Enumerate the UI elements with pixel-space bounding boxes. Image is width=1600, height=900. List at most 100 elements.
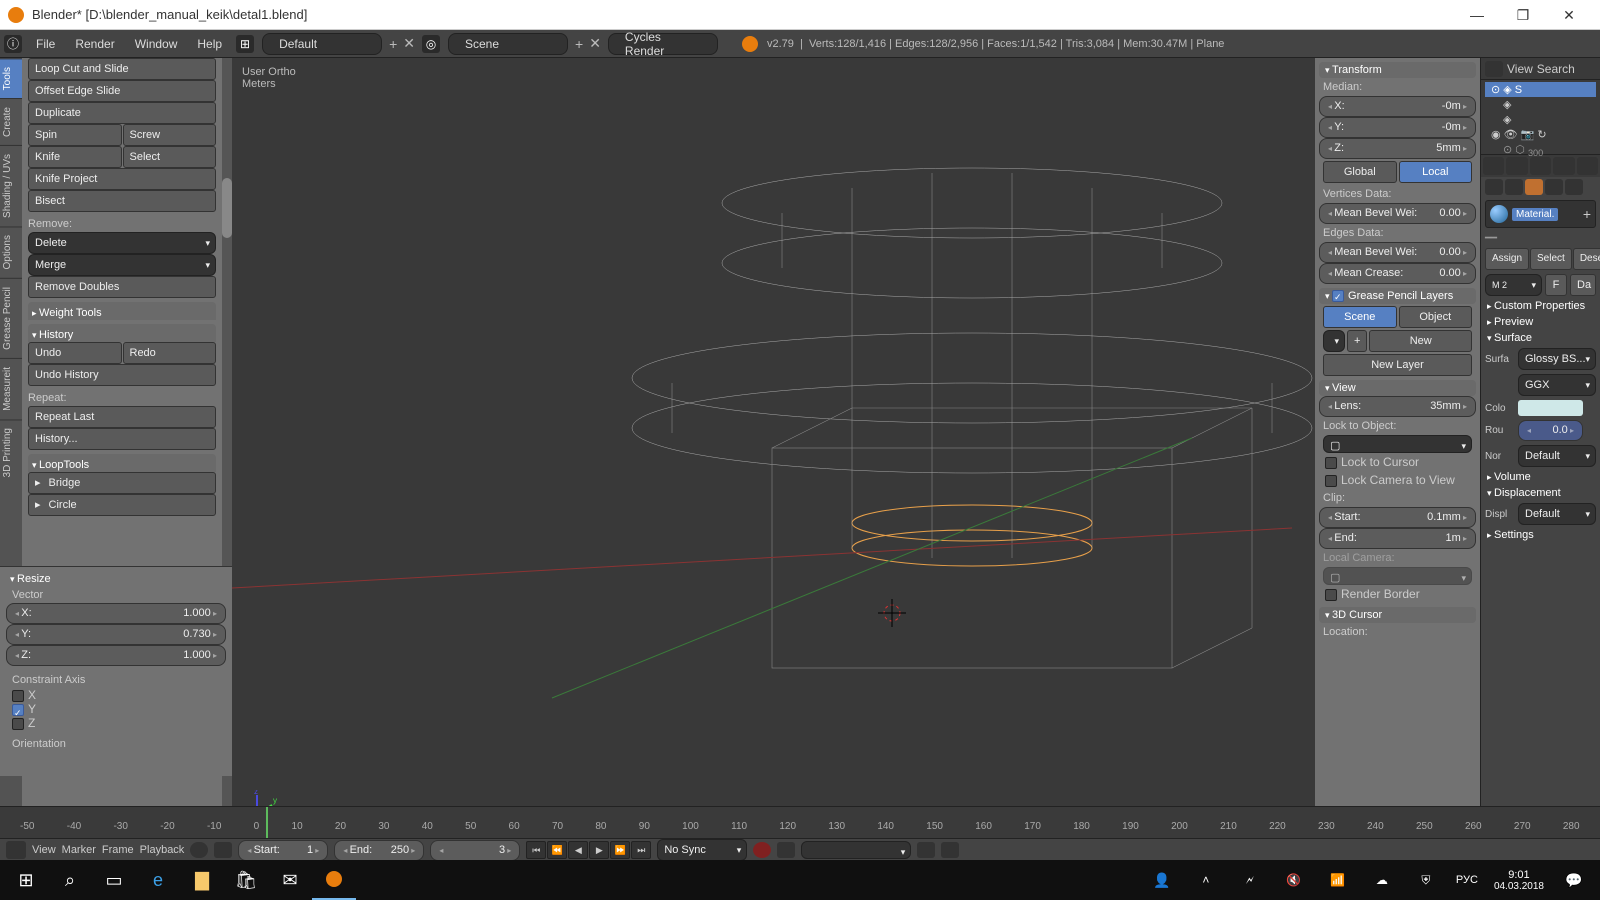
outliner-view[interactable]: View (1507, 62, 1533, 76)
material-slot[interactable]: Material. + (1485, 200, 1596, 228)
tool-duplicate[interactable]: Duplicate (28, 102, 216, 124)
clock[interactable]: 9:01 04.03.2018 (1486, 869, 1552, 892)
undo-button[interactable]: Undo (28, 342, 122, 364)
store-icon[interactable]: 🛍 (224, 860, 268, 900)
tab-render[interactable] (1483, 157, 1504, 175)
tool-bisect[interactable]: Bisect (28, 190, 216, 212)
info-editor-icon[interactable]: ⓘ (4, 35, 22, 53)
play-icon[interactable]: ▶ (589, 841, 609, 859)
median-y[interactable]: Y:-0m (1319, 117, 1476, 138)
tab-measureit[interactable]: Measureit (0, 358, 22, 419)
tl-view[interactable]: View (32, 844, 56, 856)
panel-settings[interactable]: Settings (1481, 527, 1600, 543)
tl-clock-icon[interactable] (190, 842, 208, 858)
keying-set-icon[interactable] (777, 842, 795, 858)
sync-dropdown[interactable]: No Sync (657, 839, 747, 861)
tab-create[interactable]: Create (0, 98, 22, 145)
panel-custom-props[interactable]: Custom Properties (1481, 298, 1600, 314)
gp-scene[interactable]: Scene (1323, 306, 1397, 328)
roughness-field[interactable]: 0.0 (1518, 420, 1583, 441)
panel-grease-pencil[interactable]: Grease Pencil Layers (1319, 288, 1476, 304)
lock-camera[interactable]: Lock Camera to View (1319, 471, 1476, 489)
tab-modifier[interactable] (1505, 179, 1523, 195)
menu-help[interactable]: Help (187, 30, 232, 58)
task-view-icon[interactable]: ▭ (92, 860, 136, 900)
onedrive-icon[interactable]: ☁ (1360, 860, 1404, 900)
median-x[interactable]: X:-0m (1319, 96, 1476, 117)
layout-field[interactable]: Default (262, 33, 382, 55)
constraint-z[interactable]: Z (12, 716, 226, 730)
tab-grease-pencil[interactable]: Grease Pencil (0, 278, 22, 358)
gp-new-button[interactable]: New (1369, 330, 1472, 352)
clip-end[interactable]: End:1m (1319, 528, 1476, 549)
outliner-selected[interactable]: ⊙ ◈ S (1485, 82, 1596, 97)
minimize-button[interactable]: — (1454, 0, 1500, 30)
constraint-y[interactable]: Y (12, 702, 226, 716)
tab-particle[interactable] (1565, 179, 1583, 195)
material-add-icon[interactable]: + (1583, 206, 1591, 222)
tab-shading-uvs[interactable]: Shading / UVs (0, 145, 22, 226)
tab-layer[interactable] (1506, 157, 1527, 175)
tl-current[interactable]: 3 (430, 840, 520, 861)
tl-lock-icon[interactable] (214, 842, 232, 858)
jump-start-icon[interactable]: ⏮ (526, 841, 546, 859)
lock-object-field[interactable]: ▢ (1323, 435, 1472, 453)
gp-object[interactable]: Object (1399, 306, 1473, 328)
edge-icon[interactable]: e (136, 860, 180, 900)
tab-material[interactable] (1525, 179, 1543, 195)
blender-taskbar-icon[interactable] (312, 860, 356, 900)
play-rev-icon[interactable]: ◀ (568, 841, 588, 859)
menu-file[interactable]: File (26, 30, 65, 58)
resize-y[interactable]: Y:0.730 (6, 624, 226, 645)
tab-tools[interactable]: Tools (0, 58, 22, 98)
keyframe-prev-icon[interactable]: ⏪ (547, 841, 567, 859)
repeat-last-button[interactable]: Repeat Last (28, 406, 216, 428)
key-insert-icon[interactable] (917, 842, 935, 858)
lock-cursor[interactable]: Lock to Cursor (1319, 453, 1476, 471)
panel-volume[interactable]: Volume (1481, 469, 1600, 485)
scene-add-icon[interactable]: + (572, 36, 586, 52)
timeline-editor-icon[interactable] (6, 841, 26, 859)
resize-z[interactable]: Z:1.000 (6, 645, 226, 666)
defender-icon[interactable]: ⛨ (1404, 860, 1448, 900)
history-button[interactable]: History... (28, 428, 216, 450)
gp-brush[interactable] (1323, 330, 1345, 352)
displ-dropdown[interactable]: Default (1518, 503, 1596, 525)
explorer-icon[interactable]: ▇ (180, 860, 224, 900)
gp-check[interactable] (1332, 290, 1344, 302)
tl-marker[interactable]: Marker (62, 844, 96, 856)
keyframe-next-icon[interactable]: ⏩ (610, 841, 630, 859)
outliner[interactable]: ⊙ ◈ S ◈ ◈ ◉ 👁 📷 ↻ ⊙ ⬡ 300 (1481, 80, 1600, 155)
layout-add-icon[interactable]: + (386, 36, 400, 52)
gp-add-icon[interactable]: + (1347, 330, 1367, 352)
tool-select-knife[interactable]: Select (123, 146, 217, 168)
tab-texture[interactable] (1545, 179, 1563, 195)
jump-end-icon[interactable]: ⏭ (631, 841, 651, 859)
timeline-cursor[interactable] (266, 807, 268, 838)
tool-delete[interactable]: Delete (28, 232, 216, 254)
start-icon[interactable]: ⊞ (4, 860, 48, 900)
redo-button[interactable]: Redo (123, 342, 217, 364)
dist-dropdown[interactable]: GGX (1518, 374, 1596, 396)
maximize-button[interactable]: ❐ (1500, 0, 1546, 30)
tool-offset-edge[interactable]: Offset Edge Slide (28, 80, 216, 102)
menu-window[interactable]: Window (125, 30, 188, 58)
mean-crease[interactable]: Mean Crease:0.00 (1319, 263, 1476, 284)
space-global[interactable]: Global (1323, 161, 1397, 183)
tl-frame[interactable]: Frame (102, 844, 134, 856)
layout-icon[interactable]: ⊞ (236, 35, 254, 53)
mat-data[interactable]: Da (1570, 274, 1596, 296)
mat-select[interactable]: Select (1530, 248, 1572, 270)
panel-3d-cursor[interactable]: 3D Cursor (1319, 607, 1476, 623)
scene-icon[interactable]: ◎ (422, 35, 440, 53)
timeline-ruler[interactable]: -50-40-30-20-100102030405060708090100110… (0, 807, 1600, 839)
volume-icon[interactable]: 🔇 (1272, 860, 1316, 900)
battery-icon[interactable]: 🗲 (1228, 860, 1272, 900)
outliner-node[interactable]: ◈ (1485, 97, 1596, 112)
outliner-node2[interactable]: ◈ (1485, 112, 1596, 127)
tool-loop-cut[interactable]: Loop Cut and Slide (28, 58, 216, 80)
clip-start[interactable]: Start:0.1mm (1319, 507, 1476, 528)
lens-field[interactable]: Lens:35mm (1319, 396, 1476, 417)
mat-assign[interactable]: Assign (1485, 248, 1529, 270)
panel-view[interactable]: View (1319, 380, 1476, 396)
